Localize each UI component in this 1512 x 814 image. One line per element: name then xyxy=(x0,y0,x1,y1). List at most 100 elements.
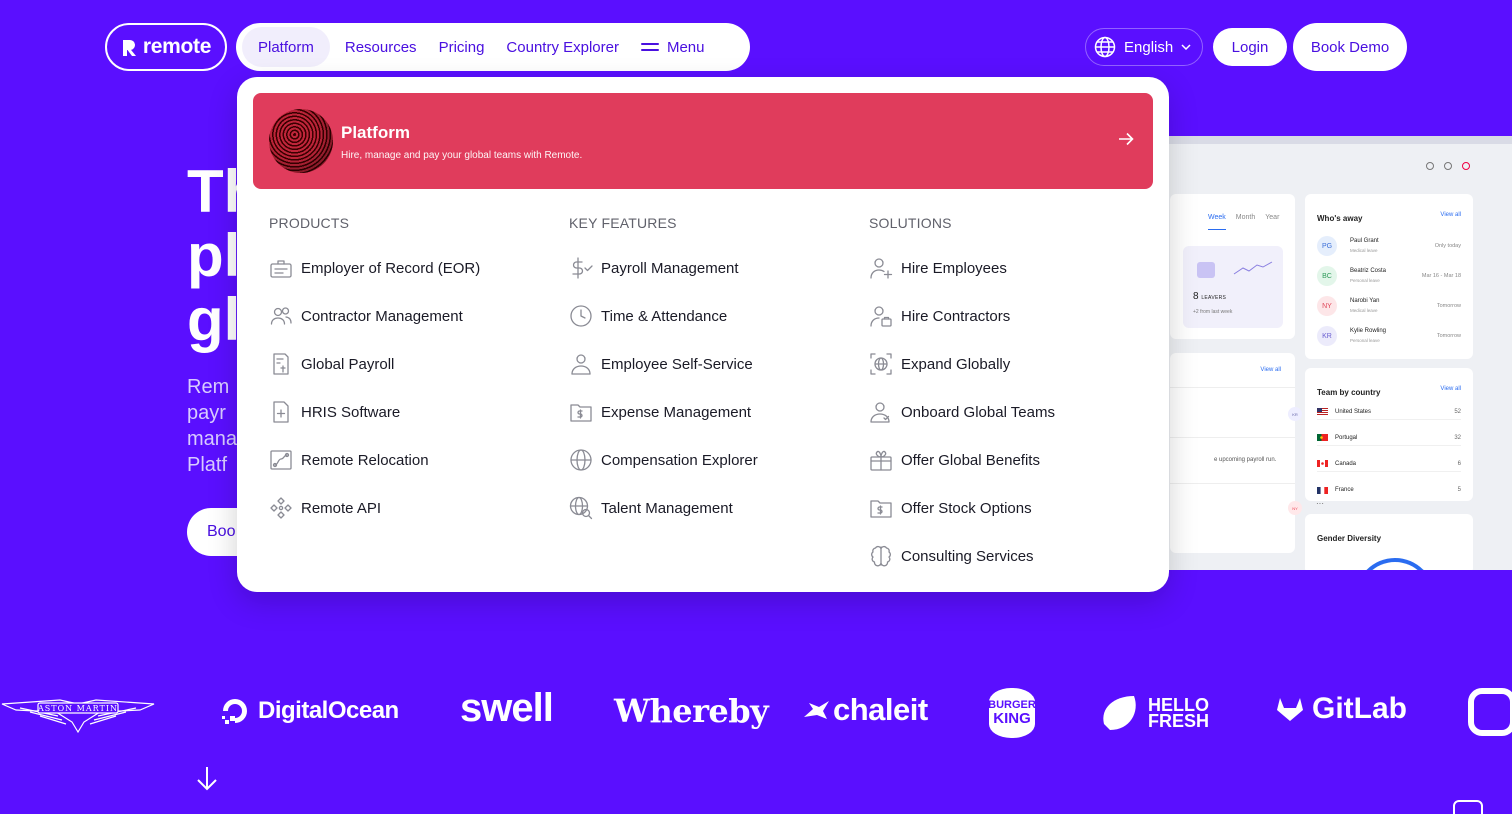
country-count: 6 xyxy=(1457,460,1461,467)
hellofresh-lime-icon xyxy=(1103,696,1136,730)
column-title: KEY FEATURES xyxy=(569,215,677,231)
menu-item[interactable]: Consulting Services xyxy=(869,532,1159,580)
hamburger-icon xyxy=(640,41,659,53)
employee-name: Paul Grant Medical leave xyxy=(1350,238,1379,253)
burger-king-logo: BURGER KING xyxy=(988,688,1036,738)
portugal-flag-icon xyxy=(1317,434,1328,441)
menu-item-label: Consulting Services xyxy=(901,547,1034,565)
globe-icon xyxy=(1094,36,1116,58)
country-name: Canada xyxy=(1335,460,1357,467)
leavers-card: Week Month Year 8 LEAVERS +2 from last w… xyxy=(1170,194,1295,339)
remote-logo[interactable]: remote xyxy=(105,23,227,71)
document-plus-icon xyxy=(269,400,301,424)
api-icon xyxy=(269,496,301,520)
menu-item[interactable]: Hire Employees xyxy=(869,244,1159,292)
payroll-note: e upcoming payroll run. xyxy=(1214,457,1277,463)
menu-item[interactable]: Contractor Management xyxy=(269,292,559,340)
users-icon xyxy=(269,304,301,328)
donut-chart xyxy=(1355,558,1435,570)
view-all-link[interactable]: View all xyxy=(1440,386,1461,392)
list-item: KR Kylie Rowling Personal leave Tomorrow xyxy=(1317,326,1461,346)
menu-item[interactable]: Employee Self-Service xyxy=(569,340,859,388)
menu-item[interactable]: Expense Management xyxy=(569,388,859,436)
menu-item[interactable]: Hire Contractors xyxy=(869,292,1159,340)
platform-banner[interactable]: Platform Hire, manage and pay your globa… xyxy=(253,93,1153,189)
menu-item[interactable]: Onboard Global Teams xyxy=(869,388,1159,436)
menu-item[interactable]: Offer Global Benefits xyxy=(869,436,1159,484)
customer-logos: ASTON MARTIN DigitalOcean swell Whereby … xyxy=(0,680,1512,750)
dashboard-preview: Week Month Year 8 LEAVERS +2 from last w… xyxy=(1120,136,1512,570)
chaleit-logo: chaleit xyxy=(803,692,928,728)
digitalocean-wordmark: DigitalOcean xyxy=(258,697,399,724)
menu-item[interactable]: Payroll Management xyxy=(569,244,859,292)
france-flag-icon xyxy=(1317,486,1328,494)
nav-resources[interactable]: Resources xyxy=(334,27,428,67)
digitalocean-logo: DigitalOcean xyxy=(220,696,399,726)
language-selector[interactable]: English xyxy=(1085,28,1203,66)
menu-item-label: Onboard Global Teams xyxy=(901,403,1055,421)
menu-item-label: Expand Globally xyxy=(901,355,1011,373)
menu-item[interactable]: Time & Attendance xyxy=(569,292,859,340)
chat-icon[interactable] xyxy=(1453,800,1483,814)
avatar: NY xyxy=(1288,501,1302,515)
menu-item-label: Employer of Record (EOR) xyxy=(301,259,481,277)
menu-item-label: Remote Relocation xyxy=(301,451,429,469)
country-name: France xyxy=(1335,487,1354,493)
us-flag-icon xyxy=(1317,408,1328,415)
menu-item[interactable]: Global Payroll xyxy=(269,340,559,388)
country-name: Portugal xyxy=(1335,434,1358,441)
menu-item[interactable]: HRIS Software xyxy=(269,388,559,436)
leavers-sub: +2 from last week xyxy=(1193,309,1233,315)
arrow-right-icon xyxy=(1119,132,1134,146)
receipt-icon xyxy=(269,352,301,376)
language-label: English xyxy=(1124,38,1174,56)
tab-month[interactable]: Month xyxy=(1236,214,1255,230)
book-demo-button[interactable]: Book Demo xyxy=(1293,23,1407,71)
country-count: 32 xyxy=(1454,434,1461,441)
nav-platform[interactable]: Platform xyxy=(242,27,330,67)
avatar: NY xyxy=(1317,296,1337,316)
tab-week[interactable]: Week xyxy=(1208,214,1226,230)
banner-title: Platform xyxy=(341,122,410,142)
avatar: PG xyxy=(1317,236,1337,256)
country-count: 5 xyxy=(1457,487,1461,493)
login-button[interactable]: Login xyxy=(1213,28,1287,66)
menu-item[interactable]: Compensation Explorer xyxy=(569,436,859,484)
view-all-link[interactable]: View all xyxy=(1260,367,1281,373)
gender-diversity-card: Gender Diversity xyxy=(1305,514,1473,570)
list-item: France 5 xyxy=(1317,482,1461,498)
menu-item-label: Offer Stock Options xyxy=(901,499,1032,517)
folder-dollar-icon xyxy=(569,400,601,424)
column-title: SOLUTIONS xyxy=(869,215,952,231)
swell-logo: swell xyxy=(460,686,554,730)
divider xyxy=(1170,437,1295,438)
user-check-icon xyxy=(869,400,901,424)
menu-item[interactable]: Remote Relocation xyxy=(269,436,559,484)
banner-subtitle: Hire, manage and pay your global teams w… xyxy=(341,149,583,161)
menu-item[interactable]: Employer of Record (EOR) xyxy=(269,244,559,292)
folder-icon xyxy=(1197,262,1215,278)
folder-dollar-icon xyxy=(869,496,901,520)
menu-item-label: Expense Management xyxy=(601,403,752,421)
view-all-link[interactable]: View all xyxy=(1440,212,1461,218)
dashboard-toolbar xyxy=(1426,162,1470,170)
avatar: KR xyxy=(1288,407,1302,421)
tab-year[interactable]: Year xyxy=(1265,214,1279,230)
whos-away-card: Who's away View all PG Paul Grant Medical… xyxy=(1305,194,1473,359)
nav-country-explorer[interactable]: Country Explorer xyxy=(495,27,630,67)
products-column: PRODUCTS Employer of Record (EOR) Contrac… xyxy=(269,214,559,532)
leave-dates: Tomorrow xyxy=(1436,303,1461,309)
menu-item[interactable]: Talent Management xyxy=(569,484,859,532)
hellofresh-line: FRESH xyxy=(1148,711,1210,731)
menu-item[interactable]: Expand Globally xyxy=(869,340,1159,388)
menu-item[interactable]: Offer Stock Options xyxy=(869,484,1159,532)
nav-menu[interactable]: Menu xyxy=(630,27,716,67)
list-item: Canada 6 xyxy=(1317,456,1461,472)
hellofresh-wordmark: HELLO FRESH xyxy=(1148,696,1210,731)
nav-pricing[interactable]: Pricing xyxy=(428,27,496,67)
arrow-down-icon[interactable] xyxy=(195,765,219,793)
period-tabs: Week Month Year xyxy=(1208,214,1279,230)
employee-name: Beatriz Costa Personal leave xyxy=(1350,268,1387,283)
menu-item[interactable]: Remote API xyxy=(269,484,559,532)
team-by-country-title: Team by country xyxy=(1317,388,1381,397)
